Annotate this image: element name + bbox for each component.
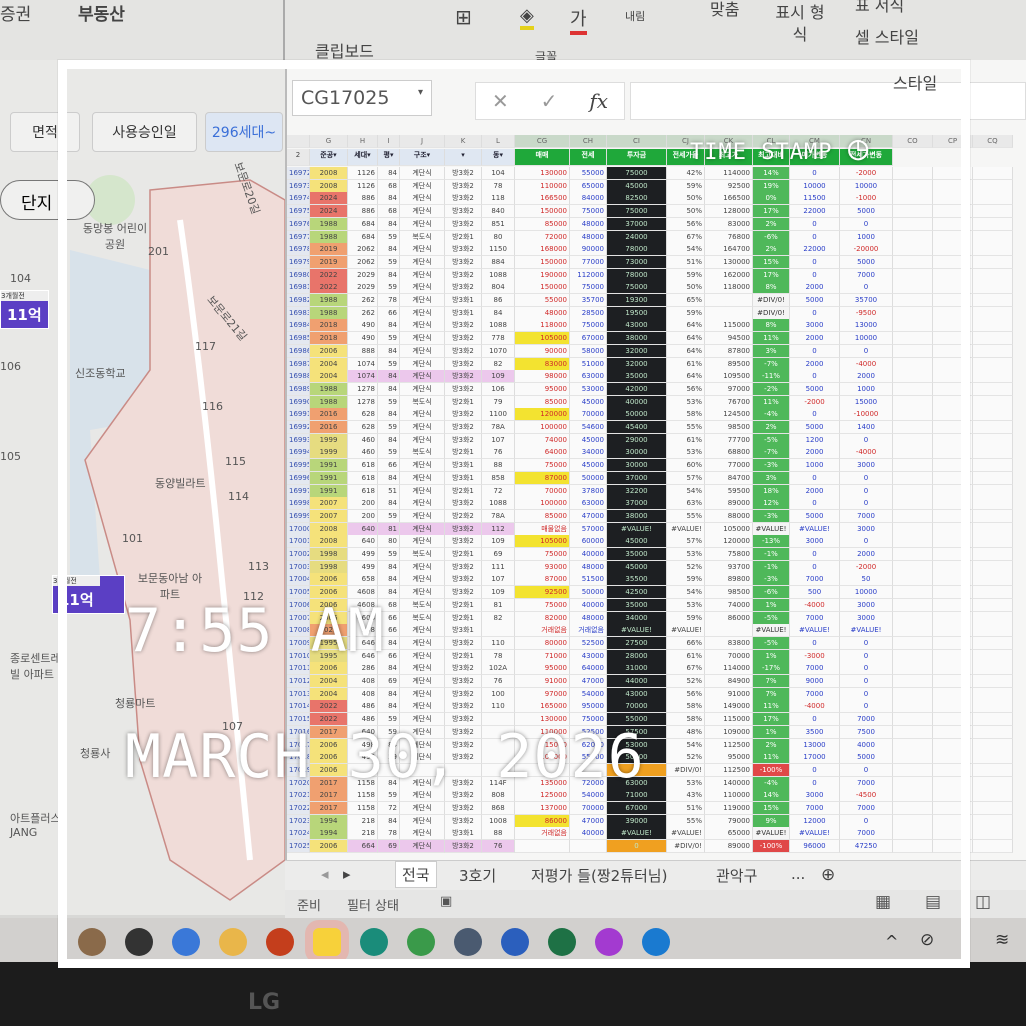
number-format-button[interactable]: 표시 형식 [775,2,825,46]
empty-cell[interactable] [973,217,1013,231]
empty-cell[interactable] [973,751,1013,765]
empty-cell[interactable] [973,840,1013,854]
borders-icon[interactable]: ⊞ [455,5,472,29]
empty-cell[interactable] [973,802,1013,815]
photo-frame [58,60,970,968]
empty-cell[interactable] [973,497,1013,511]
empty-cell[interactable] [973,192,1013,206]
empty-cell[interactable] [973,306,1013,320]
empty-cell[interactable] [973,382,1013,396]
wifi-icon[interactable]: ≋ [995,930,1009,950]
price-pin-value: 11억 [7,306,42,324]
empty-cell[interactable] [973,687,1013,701]
map-label: 104 [10,272,31,285]
empty-cell[interactable] [973,471,1013,485]
empty-cell[interactable] [973,814,1013,828]
empty-cell[interactable] [973,636,1013,650]
empty-cell[interactable] [973,344,1013,358]
empty-cell[interactable] [973,522,1013,536]
table-format-button[interactable]: 표 서식 [855,0,904,16]
empty-cell[interactable] [973,395,1013,409]
ribbon-clipboard-label: 클립보드 [315,42,374,61]
timestamp-brand: TIME STAMP [690,140,833,165]
price-pin-sub: 3개월전 [1,291,48,301]
empty-cell[interactable] [973,408,1013,422]
map-label: 105 [0,450,21,463]
font-color-button[interactable]: 가 [570,5,587,35]
lg-logo: LG [248,990,281,1015]
empty-cell[interactable] [973,675,1013,688]
browser-tab-realestate[interactable]: 부동산 [78,0,125,25]
empty-cell[interactable] [973,281,1013,295]
empty-cell[interactable] [973,509,1013,523]
empty-cell[interactable] [973,179,1013,193]
empty-cell[interactable] [973,167,1013,180]
empty-cell[interactable] [973,738,1013,752]
empty-cell[interactable] [973,827,1013,841]
empty-cell[interactable] [973,357,1013,371]
empty-cell[interactable] [973,205,1013,219]
browser-tab-stocks[interactable]: 증권 [0,0,31,25]
empty-cell[interactable] [973,446,1013,460]
clock-icon: ◷ [848,128,870,168]
ribbon-styles-label: 스타일 [893,74,938,93]
page-break-icon[interactable]: ◫ [975,892,991,912]
align-button[interactable]: 맞춤 [710,0,739,20]
empty-cell[interactable] [973,332,1013,346]
empty-cell[interactable] [973,421,1013,434]
wrap-button[interactable]: 내림 [625,8,645,24]
empty-cell[interactable] [973,230,1013,244]
timestamp-time: 7:55 AM [125,596,385,666]
price-pin-1[interactable]: 3개월전 11억 [0,290,49,329]
map-label: 106 [0,360,21,373]
empty-cell[interactable] [973,268,1013,282]
empty-cell[interactable] [973,662,1013,676]
empty-cell[interactable] [973,548,1013,561]
empty-cell[interactable] [973,586,1013,600]
empty-cell[interactable] [973,763,1013,777]
empty-cell[interactable] [973,484,1013,498]
empty-cell[interactable] [973,370,1013,384]
empty-cell[interactable] [973,789,1013,803]
monitor-bezel: LG [0,962,1026,1026]
column-header-CQ[interactable]: CQ [973,135,1013,148]
empty-cell[interactable] [973,459,1013,473]
empty-cell[interactable] [973,776,1013,790]
empty-cell[interactable] [973,243,1013,257]
empty-cell[interactable] [973,611,1013,625]
cell-style-button[interactable]: 셀 스타일 [855,24,919,48]
empty-cell[interactable] [973,624,1013,638]
empty-cell[interactable] [973,319,1013,333]
empty-cell[interactable] [973,700,1013,714]
empty-cell[interactable] [973,433,1013,447]
empty-cell[interactable] [973,294,1013,307]
empty-cell[interactable] [973,560,1013,574]
empty-cell[interactable] [973,725,1013,739]
empty-cell[interactable] [973,649,1013,663]
timestamp-date: MARCH 30, 2026 [125,722,645,792]
empty-cell[interactable] [973,535,1013,549]
empty-cell[interactable] [973,255,1013,269]
fill-color-icon[interactable]: ◈ [520,5,534,30]
empty-cell[interactable] [973,573,1013,587]
empty-cell[interactable] [973,713,1013,727]
empty-cell[interactable] [973,598,1013,612]
